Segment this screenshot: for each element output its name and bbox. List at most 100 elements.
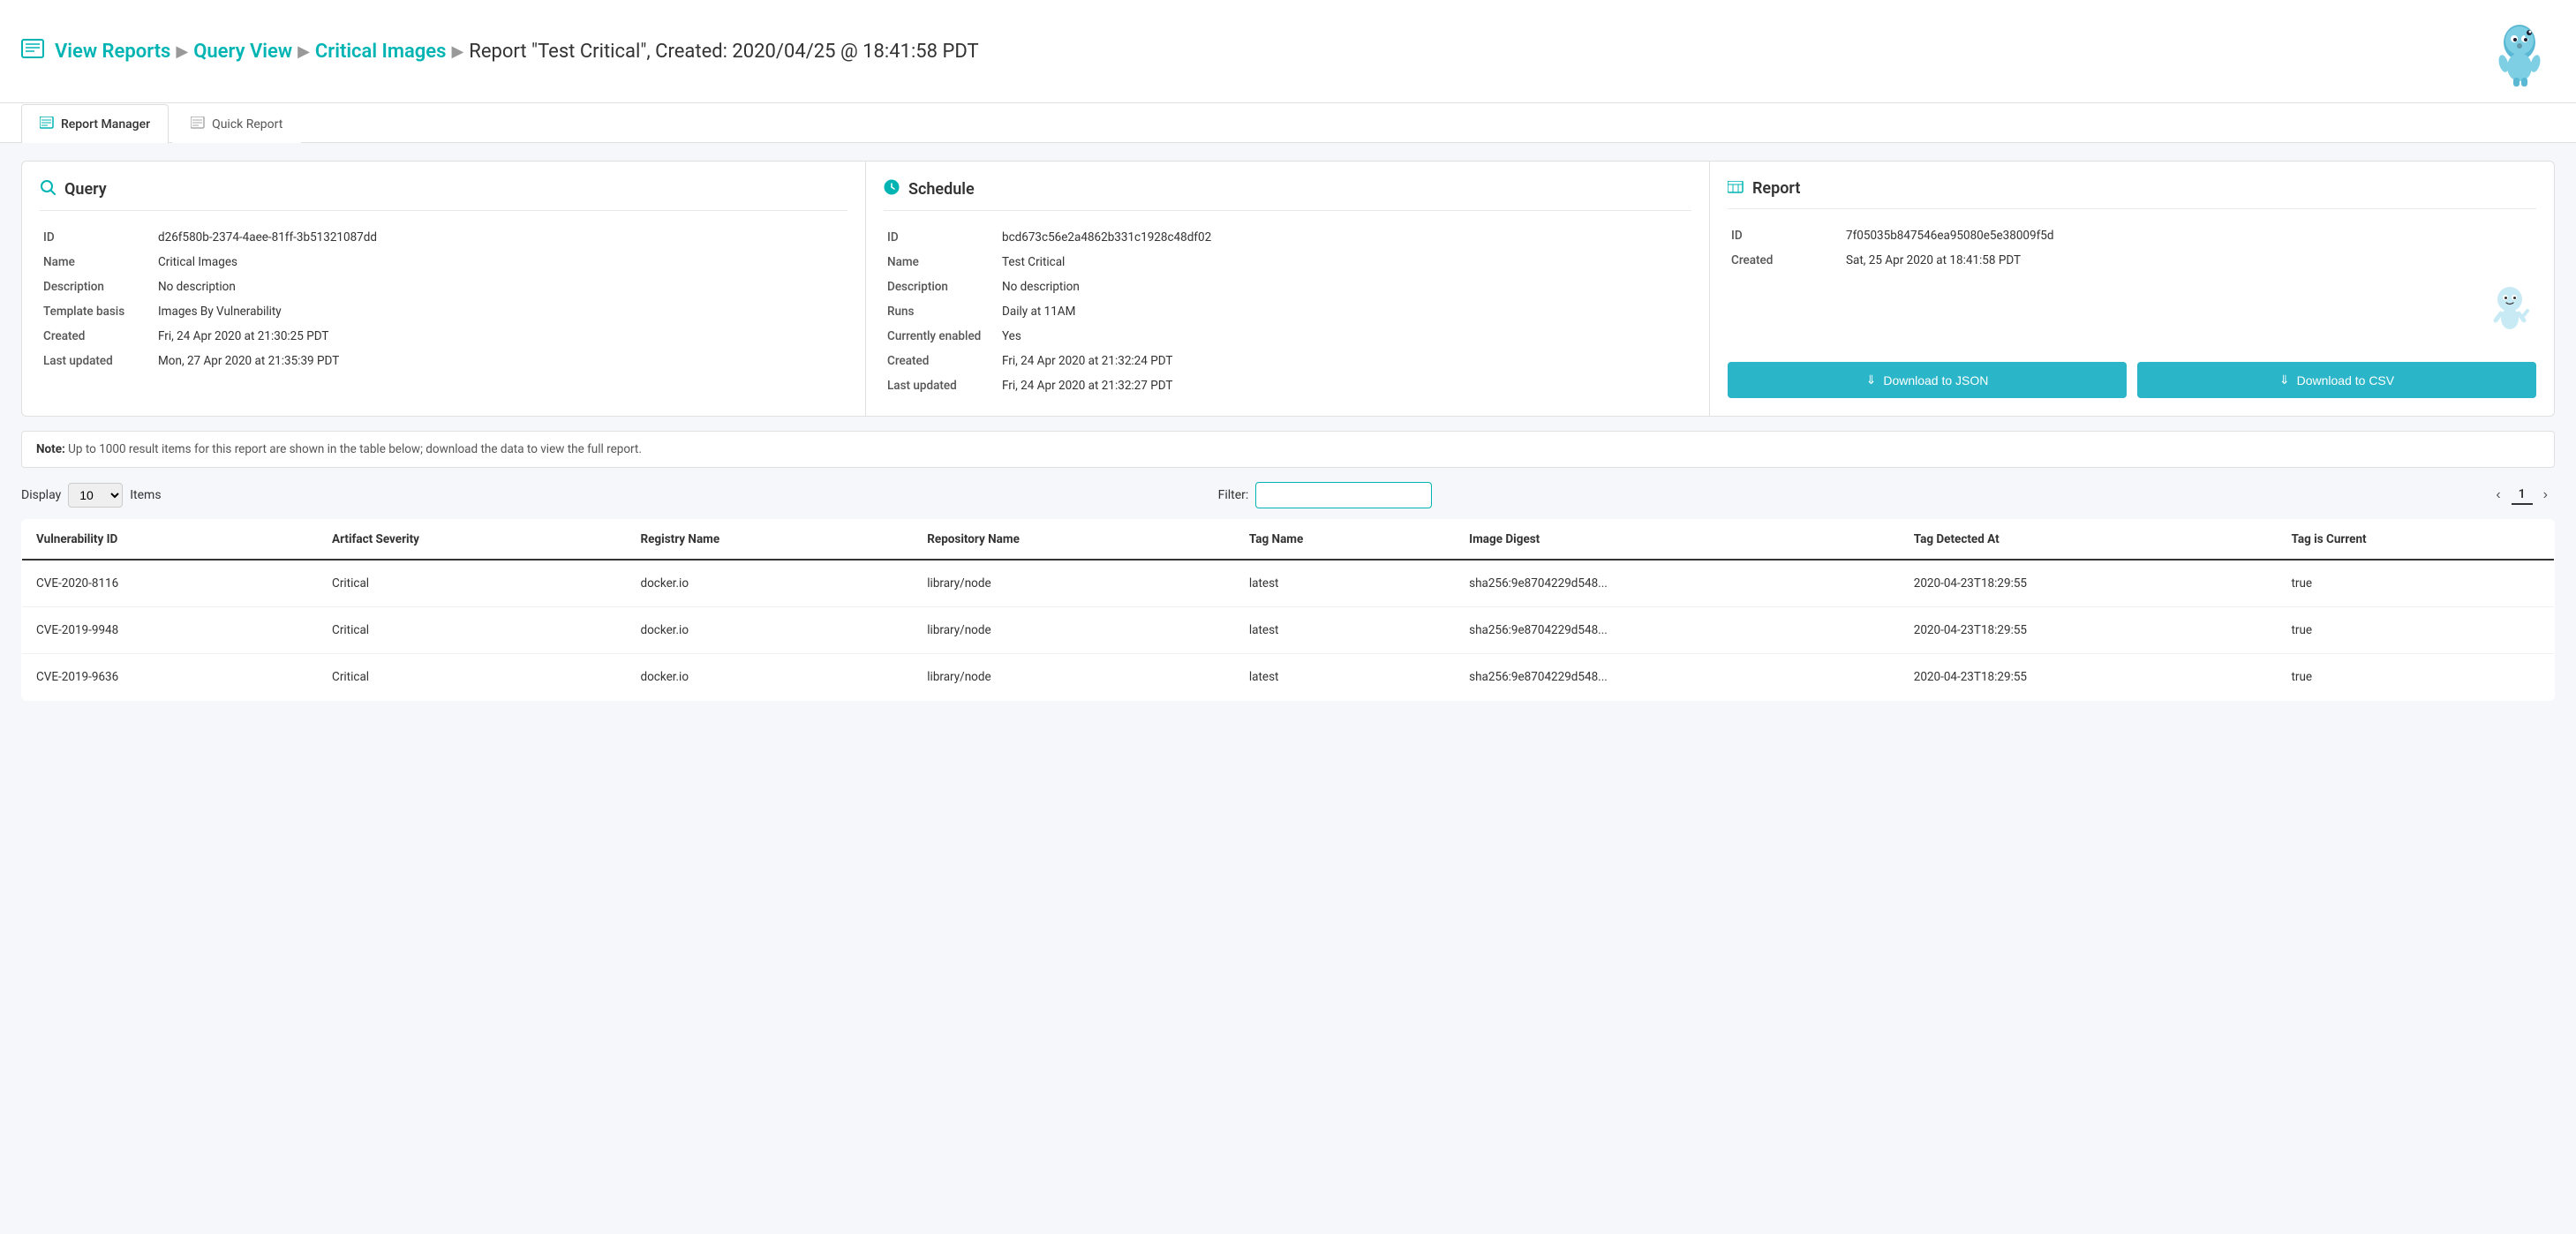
reports-icon (21, 39, 44, 64)
report-panel: Report ID7f05035b847546ea95080e5e38009f5… (1710, 162, 2554, 416)
query-row: Template basisImages By Vulnerability (40, 299, 847, 324)
table-cell-3: library/node (913, 560, 1235, 607)
query-field-value: Critical Images (154, 250, 847, 275)
download-csv-button[interactable]: ⇓ Download to CSV (2137, 362, 2536, 398)
table-cell-7: true (2278, 607, 2555, 654)
schedule-field-value: Test Critical (998, 250, 1691, 275)
tab-quick-report[interactable]: Quick Report (172, 104, 301, 143)
table-cell-0: CVE-2019-9948 (22, 607, 319, 654)
breadcrumb-view-reports[interactable]: View Reports (55, 41, 170, 63)
table-cell-2: docker.io (626, 607, 913, 654)
schedule-field-label: Description (884, 275, 998, 299)
filter-control: Filter: (1218, 482, 1433, 508)
tab-report-manager[interactable]: Report Manager (21, 104, 169, 143)
query-field-value: No description (154, 275, 847, 299)
query-field-label: Template basis (40, 299, 154, 324)
display-label: Display (21, 488, 61, 502)
schedule-row: CreatedFri, 24 Apr 2020 at 21:32:24 PDT (884, 349, 1691, 373)
query-info-table: IDd26f580b-2374-4aee-81ff-3b51321087ddNa… (40, 225, 847, 373)
query-row: IDd26f580b-2374-4aee-81ff-3b51321087dd (40, 225, 847, 250)
download-json-label: Download to JSON (1883, 373, 1988, 388)
col-header-7: Tag is Current (2278, 520, 2555, 561)
query-field-label: Name (40, 250, 154, 275)
schedule-field-value: Yes (998, 324, 1691, 349)
breadcrumb-query-view[interactable]: Query View (193, 41, 292, 63)
query-field-value: Images By Vulnerability (154, 299, 847, 324)
query-panel: Query IDd26f580b-2374-4aee-81ff-3b513210… (22, 162, 866, 416)
schedule-field-value: Daily at 11AM (998, 299, 1691, 324)
filter-label: Filter: (1218, 488, 1249, 502)
col-header-4: Tag Name (1235, 520, 1455, 561)
display-control: Display 10 25 50 100 Items (21, 483, 162, 508)
table-header: Vulnerability IDArtifact SeverityRegistr… (22, 520, 2555, 561)
filter-input[interactable] (1255, 482, 1432, 508)
download-json-button[interactable]: ⇓ Download to JSON (1728, 362, 2127, 398)
table-controls: Display 10 25 50 100 Items Filter: ‹ 1 › (21, 482, 2555, 508)
tab-report-manager-label: Report Manager (61, 117, 150, 132)
query-row: DescriptionNo description (40, 275, 847, 299)
pagination: ‹ 1 › (2489, 484, 2555, 507)
report-manager-icon (40, 116, 54, 132)
schedule-row: RunsDaily at 11AM (884, 299, 1691, 324)
page-header: View Reports ▶ Query View ▶ Critical Ima… (0, 0, 2576, 103)
query-field-value: d26f580b-2374-4aee-81ff-3b51321087dd (154, 225, 847, 250)
query-field-label: Created (40, 324, 154, 349)
report-field-value: 7f05035b847546ea95080e5e38009f5d (1842, 223, 2536, 248)
next-page-button[interactable]: › (2536, 484, 2555, 507)
table-body: CVE-2020-8116Criticaldocker.iolibrary/no… (22, 560, 2555, 701)
table-cell-4: latest (1235, 560, 1455, 607)
download-icon: ⇓ (1866, 372, 1877, 388)
table-cell-7: true (2278, 654, 2555, 701)
report-table-icon (1728, 179, 1744, 198)
query-title-text: Query (64, 180, 107, 199)
schedule-row: Currently enabledYes (884, 324, 1691, 349)
schedule-field-label: Runs (884, 299, 998, 324)
report-panel-title: Report (1728, 179, 2536, 209)
query-panel-title: Query (40, 179, 847, 211)
download-csv-icon: ⇓ (2279, 372, 2290, 388)
breadcrumb-critical-images[interactable]: Critical Images (315, 41, 447, 63)
breadcrumb-sep-1: ▶ (176, 42, 188, 61)
table-row: CVE-2019-9948Criticaldocker.iolibrary/no… (22, 607, 2555, 654)
prev-page-button[interactable]: ‹ (2489, 484, 2507, 507)
report-field-label: Created (1728, 248, 1842, 273)
table-cell-1: Critical (318, 560, 626, 607)
table-cell-3: library/node (913, 654, 1235, 701)
query-row: CreatedFri, 24 Apr 2020 at 21:30:25 PDT (40, 324, 847, 349)
table-cell-2: docker.io (626, 654, 913, 701)
report-panel-content: Report ID7f05035b847546ea95080e5e38009f5… (1728, 179, 2536, 398)
schedule-field-label: ID (884, 225, 998, 250)
query-field-value: Fri, 24 Apr 2020 at 21:30:25 PDT (154, 324, 847, 349)
table-row: CVE-2019-9636Criticaldocker.iolibrary/no… (22, 654, 2555, 701)
col-header-0: Vulnerability ID (22, 520, 319, 561)
table-cell-7: true (2278, 560, 2555, 607)
report-info-table: ID7f05035b847546ea95080e5e38009f5dCreate… (1728, 223, 2536, 273)
query-field-label: ID (40, 225, 154, 250)
download-buttons: ⇓ Download to JSON ⇓ Download to CSV (1728, 348, 2536, 398)
query-field-label: Last updated (40, 349, 154, 373)
report-row: CreatedSat, 25 Apr 2020 at 18:41:58 PDT (1728, 248, 2536, 273)
schedule-row: IDbcd673c56e2a4862b331c1928c48df02 (884, 225, 1691, 250)
table-row: CVE-2020-8116Criticaldocker.iolibrary/no… (22, 560, 2555, 607)
schedule-row: Last updatedFri, 24 Apr 2020 at 21:32:27… (884, 373, 1691, 398)
query-search-icon (40, 179, 56, 199)
schedule-field-label: Name (884, 250, 998, 275)
schedule-field-label: Created (884, 349, 998, 373)
display-select[interactable]: 10 25 50 100 (68, 483, 123, 508)
table-cell-4: latest (1235, 607, 1455, 654)
info-panels: Query IDd26f580b-2374-4aee-81ff-3b513210… (21, 161, 2555, 417)
schedule-panel: Schedule IDbcd673c56e2a4862b331c1928c48d… (866, 162, 1710, 416)
report-title-text: Report (1752, 179, 1800, 198)
breadcrumb-current: Report "Test Critical", Created: 2020/04… (469, 41, 978, 63)
table-cell-2: docker.io (626, 560, 913, 607)
schedule-field-label: Last updated (884, 373, 998, 398)
table-cell-5: sha256:9e8704229d548... (1455, 607, 1900, 654)
mascot-image (2484, 16, 2555, 87)
note-text: Up to 1000 result items for this report … (68, 442, 642, 456)
query-row: Last updatedMon, 27 Apr 2020 at 21:35:39… (40, 349, 847, 373)
schedule-field-value: No description (998, 275, 1691, 299)
schedule-panel-title: Schedule (884, 179, 1691, 211)
report-field-label: ID (1728, 223, 1842, 248)
tab-quick-report-label: Quick Report (212, 117, 282, 132)
schedule-field-value: bcd673c56e2a4862b331c1928c48df02 (998, 225, 1691, 250)
